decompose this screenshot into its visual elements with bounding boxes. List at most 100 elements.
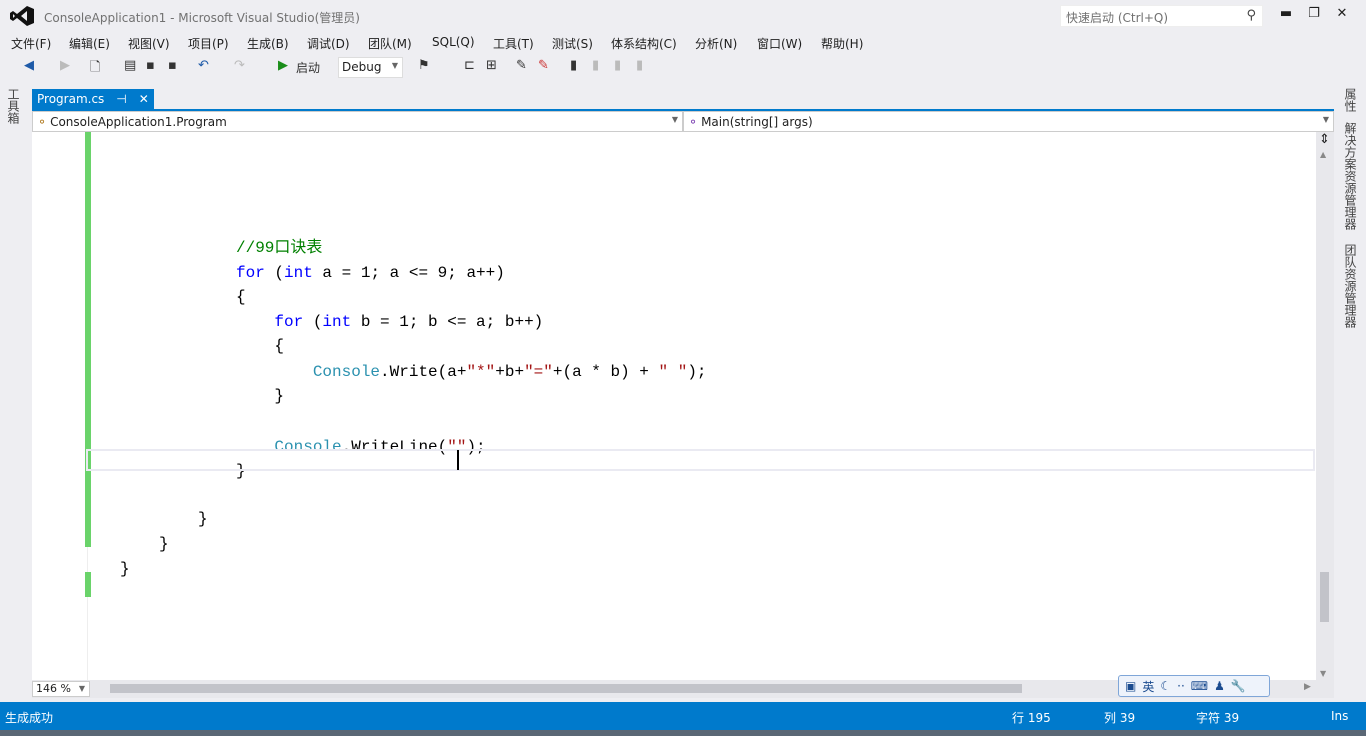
horizontal-scroll-thumb[interactable] bbox=[110, 684, 1022, 693]
wrench-icon[interactable]: 🔧 bbox=[1231, 679, 1246, 693]
split-icon[interactable]: ⇕ bbox=[1319, 132, 1330, 147]
ime-language-toggle[interactable]: 英 bbox=[1142, 678, 1154, 695]
code-token-txt: +b+ bbox=[495, 363, 525, 381]
start-button[interactable]: 启动 bbox=[296, 59, 320, 76]
scroll-up-icon[interactable]: ▲ bbox=[1320, 150, 1326, 159]
clear-bookmark-icon[interactable]: ▮ bbox=[636, 58, 643, 73]
moon-icon[interactable]: ☾ bbox=[1160, 679, 1171, 693]
code-token-kw: int bbox=[322, 313, 352, 331]
menu-build[interactable]: 生成(B) bbox=[247, 35, 289, 52]
menu-bar: 文件(F) 编辑(E) 视图(V) 项目(P) 生成(B) 调试(D) 团队(M… bbox=[0, 32, 1366, 52]
member-selector-value: Main(string[] args) bbox=[701, 114, 813, 129]
right-dock-panel: 属性 解决方案资源管理器 团队资源管理器 bbox=[1336, 88, 1366, 700]
back-icon[interactable]: ◀ bbox=[24, 58, 34, 73]
menu-edit[interactable]: 编辑(E) bbox=[69, 35, 110, 52]
member-selector[interactable]: ⚬ Main(string[] args) ▼ bbox=[683, 111, 1334, 132]
code-line: } bbox=[198, 507, 208, 532]
forward-icon[interactable]: ▶ bbox=[60, 58, 70, 73]
scroll-down-icon[interactable]: ▼ bbox=[1320, 669, 1326, 678]
user-icon[interactable]: ♟ bbox=[1214, 679, 1225, 693]
code-token-txt: { bbox=[236, 288, 246, 306]
code-token-txt: b = 1; b <= a; b++) bbox=[351, 313, 544, 331]
restore-button[interactable]: ❐ bbox=[1304, 6, 1324, 24]
punctuation-icon[interactable]: ·· bbox=[1177, 679, 1185, 693]
status-column: 列 39 bbox=[1104, 711, 1136, 725]
menu-team[interactable]: 团队(M) bbox=[368, 35, 412, 52]
quick-launch-input[interactable]: 快速启动 (Ctrl+Q) ⚲ bbox=[1060, 5, 1263, 27]
code-editor[interactable]: //99口诀表 for (int a = 1; a <= 9; a++) { for… bbox=[32, 132, 1334, 680]
pin-icon[interactable]: ⊣ bbox=[116, 92, 126, 106]
tab-label: Program.cs bbox=[37, 92, 105, 106]
vertical-scroll-thumb[interactable] bbox=[1320, 572, 1329, 622]
visual-studio-logo bbox=[10, 6, 34, 26]
redo-icon[interactable]: ↷ bbox=[234, 58, 245, 73]
title-bar: ConsoleApplication1 - Microsoft Visual S… bbox=[0, 0, 1366, 32]
code-area[interactable]: //99口诀表 for (int a = 1; a <= 9; a++) { for… bbox=[88, 132, 1313, 680]
menu-window[interactable]: 窗口(W) bbox=[757, 35, 802, 52]
class-selector[interactable]: ⚬ ConsoleApplication1.Program ▼ bbox=[32, 111, 683, 132]
taskbar bbox=[0, 730, 1366, 736]
close-button[interactable]: ✕ bbox=[1332, 6, 1352, 24]
open-file-icon[interactable]: ▤ bbox=[124, 58, 136, 73]
menu-help[interactable]: 帮助(H) bbox=[821, 35, 863, 52]
zoom-value: 146 % bbox=[36, 682, 71, 695]
code-token-txt: ( bbox=[303, 313, 323, 331]
configuration-select[interactable]: Debug ▼ bbox=[338, 57, 403, 78]
menu-analyze[interactable]: 分析(N) bbox=[695, 35, 737, 52]
save-all-icon[interactable]: ▪ bbox=[168, 58, 177, 73]
code-line: Console.Write(a+"*"+b+"="+(a * b) + " ")… bbox=[236, 360, 707, 385]
start-icon[interactable]: ▶ bbox=[278, 58, 288, 73]
menu-file[interactable]: 文件(F) bbox=[11, 35, 51, 52]
menu-sql[interactable]: SQL(Q) bbox=[432, 35, 475, 49]
menu-project[interactable]: 项目(P) bbox=[188, 35, 229, 52]
tab-program-cs[interactable]: Program.cs ⊣ ✕ bbox=[32, 89, 154, 109]
prev-bookmark-icon[interactable]: ▮ bbox=[592, 58, 599, 73]
code-line: for (int a = 1; a <= 9; a++) bbox=[236, 261, 505, 286]
bookmark-icon[interactable]: ▮ bbox=[570, 58, 577, 73]
code-line: for (int b = 1; b <= a; b++) bbox=[236, 310, 543, 335]
next-bookmark-icon[interactable]: ▮ bbox=[614, 58, 621, 73]
new-project-icon[interactable]: 🗋 bbox=[90, 58, 100, 80]
menu-tools[interactable]: 工具(T) bbox=[493, 35, 534, 52]
save-icon[interactable]: ▪ bbox=[146, 58, 155, 73]
menu-view[interactable]: 视图(V) bbox=[128, 35, 170, 52]
code-token-txt: ); bbox=[687, 363, 707, 381]
menu-test[interactable]: 测试(S) bbox=[552, 35, 593, 52]
code-token-cls: Console bbox=[312, 363, 381, 381]
chevron-down-icon: ▼ bbox=[671, 115, 678, 124]
team-explorer-tab[interactable]: 团队资源管理器 bbox=[1342, 244, 1359, 328]
properties-tab[interactable]: 属性 bbox=[1342, 88, 1359, 112]
keyboard-icon[interactable]: ⌨ bbox=[1191, 679, 1208, 693]
status-message: 生成成功 bbox=[5, 711, 54, 725]
ime-logo-icon[interactable]: ▣ bbox=[1125, 679, 1136, 693]
vertical-scrollbar[interactable]: ⇕ ▲ ▼ bbox=[1316, 132, 1334, 680]
code-token-kw: int bbox=[284, 264, 313, 282]
undo-icon[interactable]: ↶ bbox=[198, 58, 209, 73]
configuration-value: Debug bbox=[342, 60, 382, 74]
minimize-button[interactable]: ▬ bbox=[1276, 6, 1296, 24]
code-token-txt: } bbox=[120, 560, 130, 578]
scroll-right-icon[interactable]: ▶ bbox=[1304, 682, 1311, 692]
class-icon: ⚬ bbox=[37, 114, 48, 129]
close-icon[interactable]: ✕ bbox=[139, 92, 149, 106]
code-token-str: "*" bbox=[466, 363, 496, 381]
status-row: 行 195 bbox=[1012, 711, 1051, 725]
menu-debug[interactable]: 调试(D) bbox=[307, 35, 350, 52]
comment-icon[interactable]: ✎ bbox=[516, 58, 527, 73]
solution-explorer-tab[interactable]: 解决方案资源管理器 bbox=[1342, 122, 1359, 230]
code-token-str: "=" bbox=[524, 363, 553, 381]
code-token-str: " " bbox=[658, 363, 688, 381]
align-icon[interactable]: ⊏ bbox=[464, 58, 475, 73]
code-line: //99口诀表 bbox=[236, 236, 322, 261]
zoom-select[interactable]: 146 % ▼ bbox=[32, 681, 90, 697]
class-selector-value: ConsoleApplication1.Program bbox=[50, 114, 227, 129]
menu-architecture[interactable]: 体系结构(C) bbox=[611, 35, 677, 52]
layout-icon[interactable]: ⊞ bbox=[486, 58, 497, 73]
code-line: } bbox=[159, 532, 169, 557]
toolbox-tab[interactable]: 工具箱 bbox=[6, 88, 22, 124]
code-token-kw: for bbox=[274, 313, 304, 331]
code-line: } bbox=[120, 557, 130, 582]
find-icon[interactable]: ⚑ bbox=[418, 58, 430, 73]
uncomment-icon[interactable]: ✎ bbox=[538, 58, 549, 73]
